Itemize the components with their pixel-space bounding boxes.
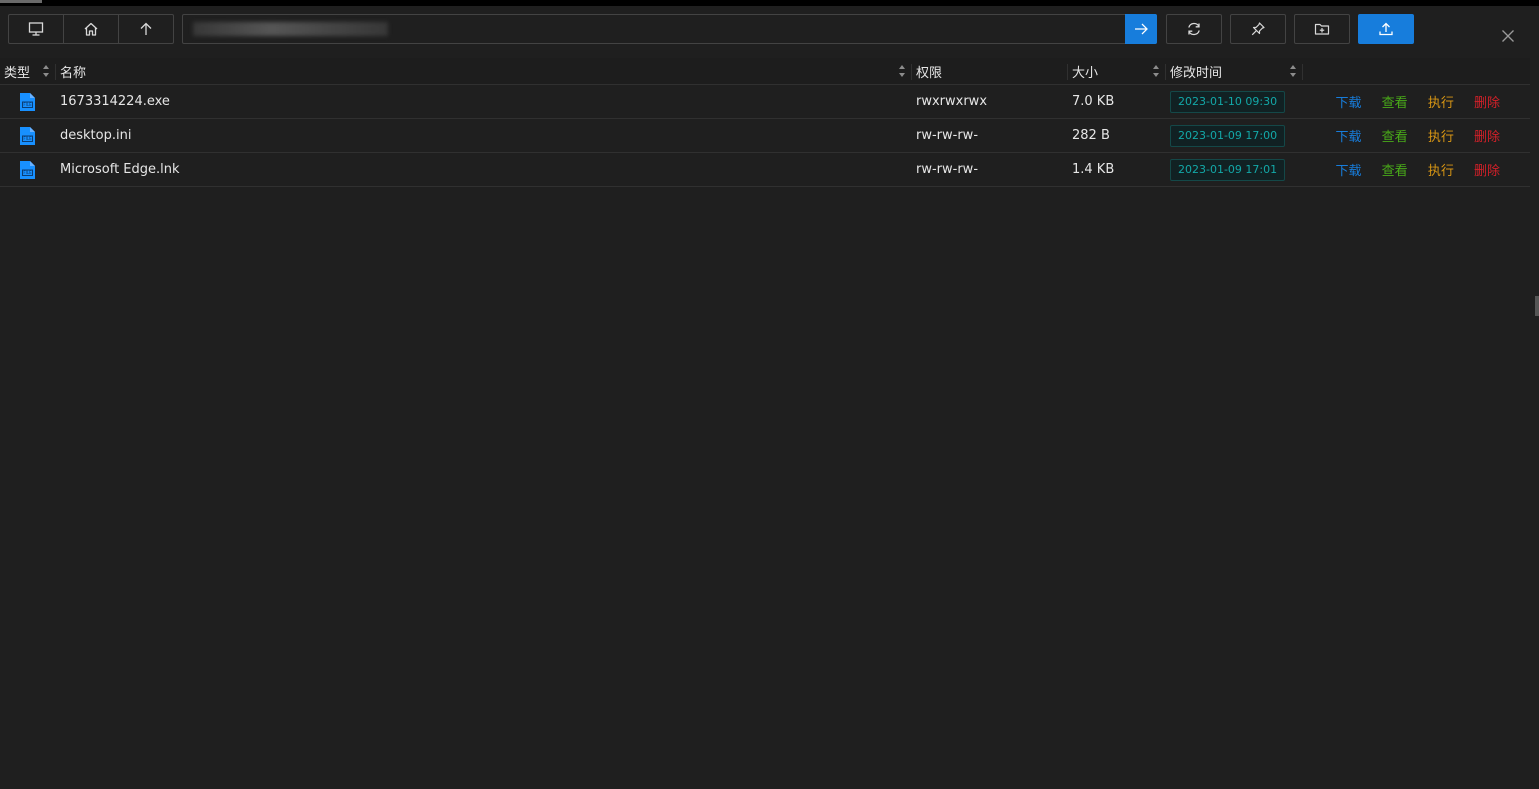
table-header: 类型 名称 权限 大小 修改时间 [0,58,1530,85]
new-folder-icon [1314,23,1330,35]
arrow-right-icon [1135,23,1148,35]
file-name[interactable]: Microsoft Edge.lnk [56,152,912,187]
file-icon: FILE [20,92,35,111]
upload-icon [1379,22,1393,36]
refresh-icon [1188,22,1200,36]
column-label-name: 名称 [60,65,87,81]
view-link[interactable]: 查看 [1382,160,1408,179]
column-header-type[interactable]: 类型 [0,58,56,85]
table-row[interactable]: FILE desktop.ini rw-rw-rw- 282 B 2023-01… [0,118,1530,153]
column-label-modified: 修改时间 [1170,65,1223,81]
file-permission: rwxrwxrwx [912,84,1068,119]
type-cell: FILE [0,118,56,153]
sort-icon[interactable] [898,64,906,78]
execute-link[interactable]: 执行 [1428,160,1454,179]
svg-text:FILE: FILE [23,102,32,107]
file-size: 282 B [1068,118,1166,153]
nav-button-group [8,14,174,44]
modified-cell: 2023-01-10 09:30 [1166,84,1303,119]
file-name[interactable]: desktop.ini [56,118,912,153]
modified-cell: 2023-01-09 17:00 [1166,118,1303,153]
file-size: 1.4 KB [1068,152,1166,187]
file-icon: FILE [20,126,35,145]
file-table: 类型 名称 权限 大小 修改时间 FILE 1673314224.exe rwx… [0,58,1530,187]
file-permission: rw-rw-rw- [912,118,1068,153]
pin-button[interactable] [1230,14,1286,44]
sort-icon[interactable] [1289,64,1297,78]
execute-link[interactable]: 执行 [1428,92,1454,111]
view-link[interactable]: 查看 [1382,126,1408,145]
table-row[interactable]: FILE 1673314224.exe rwxrwxrwx 7.0 KB 202… [0,84,1530,119]
column-header-actions [1303,58,1530,85]
delete-link[interactable]: 删除 [1474,160,1500,179]
redacted-path [193,22,388,36]
tab-indicator [0,0,42,3]
delete-link[interactable]: 删除 [1474,92,1500,111]
column-header-size[interactable]: 大小 [1068,58,1166,85]
download-link[interactable]: 下载 [1336,126,1362,145]
go-button[interactable] [1125,14,1157,44]
sort-icon[interactable] [1152,64,1160,78]
arrow-up-icon [140,22,152,35]
table-row[interactable]: FILE Microsoft Edge.lnk rw-rw-rw- 1.4 KB… [0,152,1530,187]
modified-tag: 2023-01-09 17:00 [1170,124,1286,147]
toolbar [0,6,1539,58]
computer-icon [28,22,44,36]
delete-link[interactable]: 删除 [1474,126,1500,145]
file-permission: rw-rw-rw- [912,152,1068,187]
path-input-wrapper [182,14,1157,44]
column-header-name[interactable]: 名称 [56,58,912,85]
view-link[interactable]: 查看 [1382,92,1408,111]
svg-text:FILE: FILE [23,136,32,141]
sort-icon[interactable] [42,64,50,78]
modified-tag: 2023-01-10 09:30 [1170,90,1286,113]
actions-cell: 下载 查看 执行 删除 [1303,84,1530,119]
svg-text:FILE: FILE [23,170,32,175]
file-name[interactable]: 1673314224.exe [56,84,912,119]
actions-cell: 下载 查看 执行 删除 [1303,118,1530,153]
scrollbar[interactable] [1535,296,1539,316]
file-icon: FILE [20,160,35,179]
column-header-permission: 权限 [912,58,1068,85]
modified-tag: 2023-01-09 17:01 [1170,158,1286,181]
download-link[interactable]: 下载 [1336,92,1362,111]
new-folder-button[interactable] [1294,14,1350,44]
column-label-size: 大小 [1072,65,1099,81]
parent-dir-button[interactable] [118,15,173,43]
pin-icon [1251,22,1265,36]
close-icon [1502,30,1514,42]
upload-button[interactable] [1358,14,1414,44]
home-button[interactable] [63,15,118,43]
file-size: 7.0 KB [1068,84,1166,119]
type-cell: FILE [0,84,56,119]
modified-cell: 2023-01-09 17:01 [1166,152,1303,187]
type-cell: FILE [0,152,56,187]
download-link[interactable]: 下载 [1336,160,1362,179]
execute-link[interactable]: 执行 [1428,126,1454,145]
actions-cell: 下载 查看 执行 删除 [1303,152,1530,187]
column-header-modified[interactable]: 修改时间 [1166,58,1303,85]
refresh-button[interactable] [1166,14,1222,44]
column-label-type: 类型 [4,65,31,81]
computer-button[interactable] [9,15,63,43]
close-button[interactable] [1498,26,1518,46]
column-label-permission: 权限 [916,65,943,81]
home-icon [84,22,98,36]
